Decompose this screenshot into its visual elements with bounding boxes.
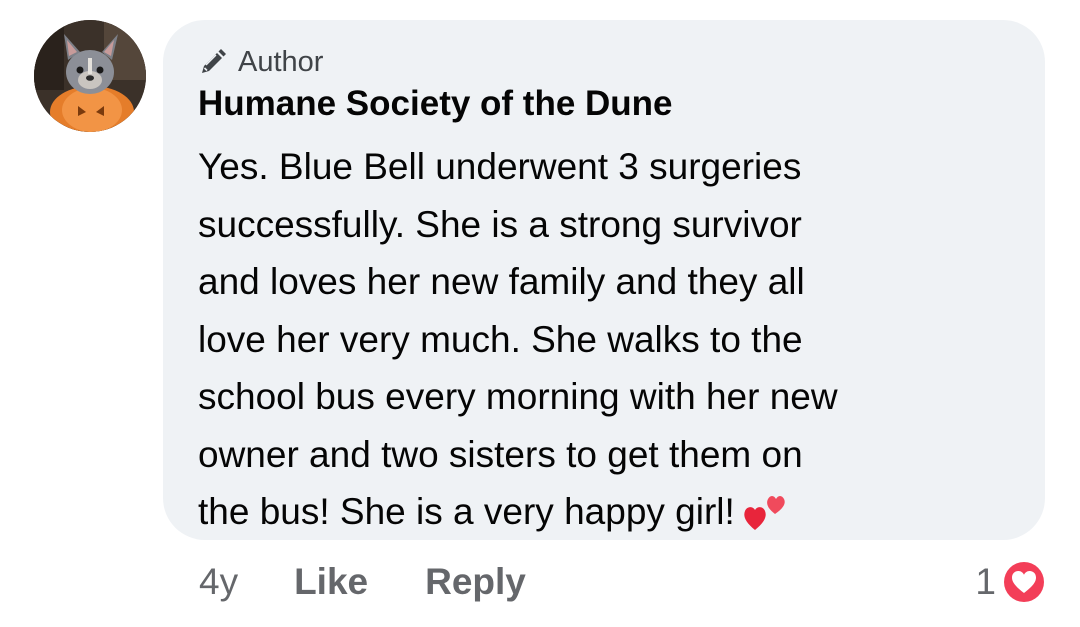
- comment-text: Yes. Blue Bell underwent 3 surgeries suc…: [198, 138, 998, 541]
- comment-line: school bus every morning with her new: [198, 376, 838, 417]
- author-badge: Author: [198, 44, 323, 80]
- comment-line: Yes. Blue Bell underwent 3 surgeries: [198, 146, 802, 187]
- two-hearts-emoji: [744, 496, 785, 530]
- reaction-summary[interactable]: 1: [975, 556, 1048, 608]
- comment-author-name[interactable]: Humane Society of the Dune: [198, 82, 673, 126]
- comment-timestamp[interactable]: 4y: [199, 561, 238, 603]
- like-button[interactable]: Like: [294, 561, 368, 603]
- love-reaction-icon: [1001, 559, 1047, 605]
- comment-actions: 4y Like Reply: [199, 558, 583, 606]
- author-badge-label: Author: [238, 46, 324, 78]
- reaction-count: 1: [975, 561, 996, 602]
- reply-button[interactable]: Reply: [425, 561, 526, 603]
- comment-line: and loves her new family and they all: [198, 261, 805, 302]
- comment-line: successfully. She is a strong survivor: [198, 203, 802, 245]
- french-bulldog-in-pumpkin-avatar: [34, 20, 146, 132]
- author-avatar[interactable]: [34, 20, 146, 132]
- pencil-icon: [202, 49, 226, 73]
- comment-line: love her very much. She walks to the: [198, 318, 803, 360]
- comment-bubble: Author Humane Society of the Dune Yes. B…: [163, 20, 1045, 540]
- comment-line: the bus! She is a very happy girl!: [198, 491, 735, 532]
- comment-line: owner and two sisters to get them on: [198, 433, 803, 475]
